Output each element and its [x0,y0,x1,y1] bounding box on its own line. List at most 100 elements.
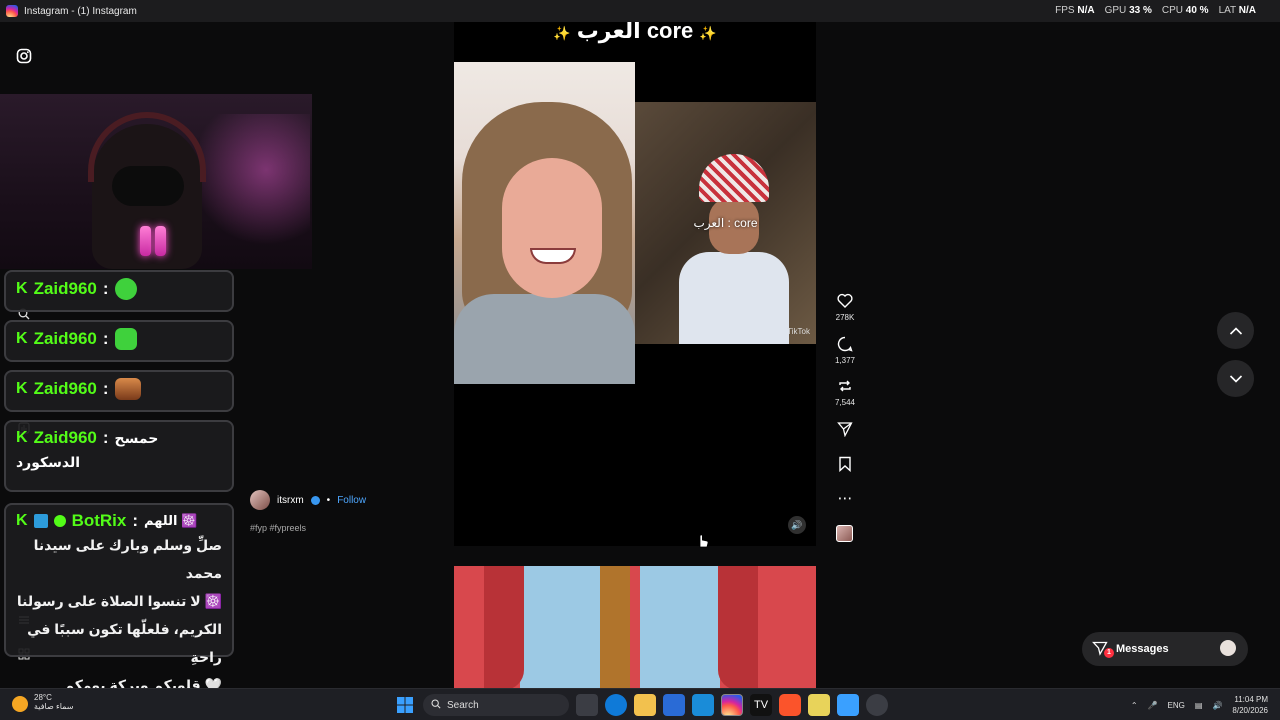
task-view-icon[interactable] [576,694,598,716]
notepad-icon[interactable] [837,694,859,716]
speaker-icon: 🔊 [791,519,803,530]
green-emoji-emote-icon [114,278,137,300]
weather-text: سماء صافية [34,702,74,711]
bookmark-icon [832,456,858,474]
repost-count: 7,544 [834,398,856,407]
microphone-icon[interactable]: 🎤 [1148,701,1158,710]
previous-reel-button[interactable] [1217,312,1254,349]
verified-badge-icon [310,495,320,505]
store-icon[interactable] [663,694,685,716]
chat-message: K Zaid960 : [4,370,234,412]
chat-username: BotRix [71,511,127,530]
heart-icon [832,293,858,311]
reel-tags[interactable]: #fyp #fypreels [250,523,306,533]
temperature: 28°C [34,693,52,702]
app-icon[interactable] [692,694,714,716]
chat-separator: : [102,329,109,348]
chat-text: صلِّ وسلم وبارك على سيدنا محمد [33,537,222,581]
brave-browser-icon[interactable] [779,694,801,716]
kick-badge-icon: K [16,429,28,446]
video-overlay-text: العرب : core [693,216,758,230]
chat-separator: : [102,428,109,447]
kick-badge-icon: K [16,330,28,347]
tradingview-icon[interactable]: TV [750,694,772,716]
comment-icon [832,336,858,354]
messages-button[interactable]: 1 Messages [1082,632,1248,666]
more-options-action[interactable]: ⋯ [832,490,858,508]
next-reel-preview[interactable] [454,566,816,690]
share-icon [832,421,858,439]
chat-separator: : [102,379,109,398]
window-titlebar: Instagram - (1) Instagram FPS N/A GPU 33… [0,0,1280,22]
repost-icon [832,378,858,396]
window-title: Instagram - (1) Instagram [24,5,137,17]
sun-icon [12,696,28,712]
system-tray: ⌃ 🎤 ENG ▤ 🔊 11:04 PM 8/20/2026 [1131,694,1268,716]
chat-text: ☸️ لا تنسوا الصلاة على رسولنا [16,593,222,609]
reel-video[interactable]: ✨ العرب core ✨ العرب : core TikTok 🔊 [454,22,816,546]
edge-browser-icon[interactable] [605,694,627,716]
fps-stat: FPS N/A [1055,5,1095,16]
streamer-webcam [0,94,312,269]
chevron-up-icon [1229,323,1243,339]
chat-username: Zaid960 [33,329,97,348]
weather-widget[interactable]: 28°C سماء صافية [12,693,74,712]
tiktok-watermark: TikTok [787,327,810,336]
like-count: 278K [835,313,855,322]
language-indicator[interactable]: ENG [1168,701,1185,710]
instagram-app-icon [6,5,18,17]
verified-badge-icon [53,515,66,527]
chat-message: K Zaid960 : [4,270,234,312]
cpu-stat: CPU 40 % [1161,5,1209,16]
like-action[interactable]: 278K [832,293,858,322]
instagram-logo-icon[interactable] [14,46,34,66]
messages-label: Messages [1116,643,1169,655]
author-username[interactable]: itsrxm [277,495,304,506]
windows-start-icon[interactable] [394,694,416,716]
follow-button[interactable]: Follow [337,495,366,506]
save-action[interactable] [832,456,858,474]
comment-count: 1,377 [834,356,856,365]
video-clip-left [454,62,635,384]
windows-taskbar: 28°C سماء صافية Search TV ⌃ 🎤 ENG ▤ 🔊 11… [0,688,1280,720]
messages-avatar [1220,640,1236,656]
media-app-icon[interactable] [808,694,830,716]
face-emote-icon [114,378,141,400]
kick-badge-icon: K [16,280,28,297]
network-icon[interactable]: ▤ [1195,701,1203,710]
chat-message: K Zaid960 : [4,320,234,362]
audio-avatar[interactable] [836,525,853,542]
kick-badge-icon: K [16,380,28,397]
chat-username: Zaid960 [33,428,97,447]
repost-action[interactable]: 7,544 [832,378,858,407]
file-explorer-icon[interactable] [634,694,656,716]
sparkle-icon: ✨ [553,25,571,41]
instagram-taskbar-icon[interactable] [721,694,743,716]
chevron-up-icon[interactable]: ⌃ [1131,701,1138,710]
more-horizontal-icon: ⋯ [837,490,853,507]
performance-overlay: FPS N/A GPU 33 % CPU 40 % LAT N/A [1055,5,1256,16]
obs-icon[interactable] [866,694,888,716]
bot-badge-icon [33,514,48,528]
search-icon [431,698,441,712]
author-avatar[interactable] [250,490,270,510]
chat-message: K Zaid960 : حمسح الدسكورد [4,420,234,492]
video-clip-right: العرب : core TikTok [635,102,816,344]
sound-toggle-button[interactable]: 🔊 [788,516,806,534]
next-reel-button[interactable] [1217,360,1254,397]
share-action[interactable] [832,421,858,439]
chat-text: حمسح [114,429,159,446]
chat-separator: : [132,511,139,530]
taskbar-search[interactable]: Search [423,694,569,716]
comment-action[interactable]: 1,377 [832,336,858,365]
chat-message: K BotRix : اللهم ☸️ صلِّ وسلم وبارك على … [4,503,234,693]
clock[interactable]: 11:04 PM 8/20/2026 [1232,694,1268,716]
chat-text: الدسكورد [16,454,81,470]
separator-dot: • [326,494,331,506]
chat-username: Zaid960 [33,279,97,298]
search-label: Search [447,699,479,711]
chat-text: الكريم، فلعلّها تكون سببًا في راحةِ [27,621,222,665]
messages-badge: 1 [1104,648,1114,658]
chevron-down-icon [1229,371,1243,387]
volume-icon[interactable]: 🔊 [1212,701,1222,710]
